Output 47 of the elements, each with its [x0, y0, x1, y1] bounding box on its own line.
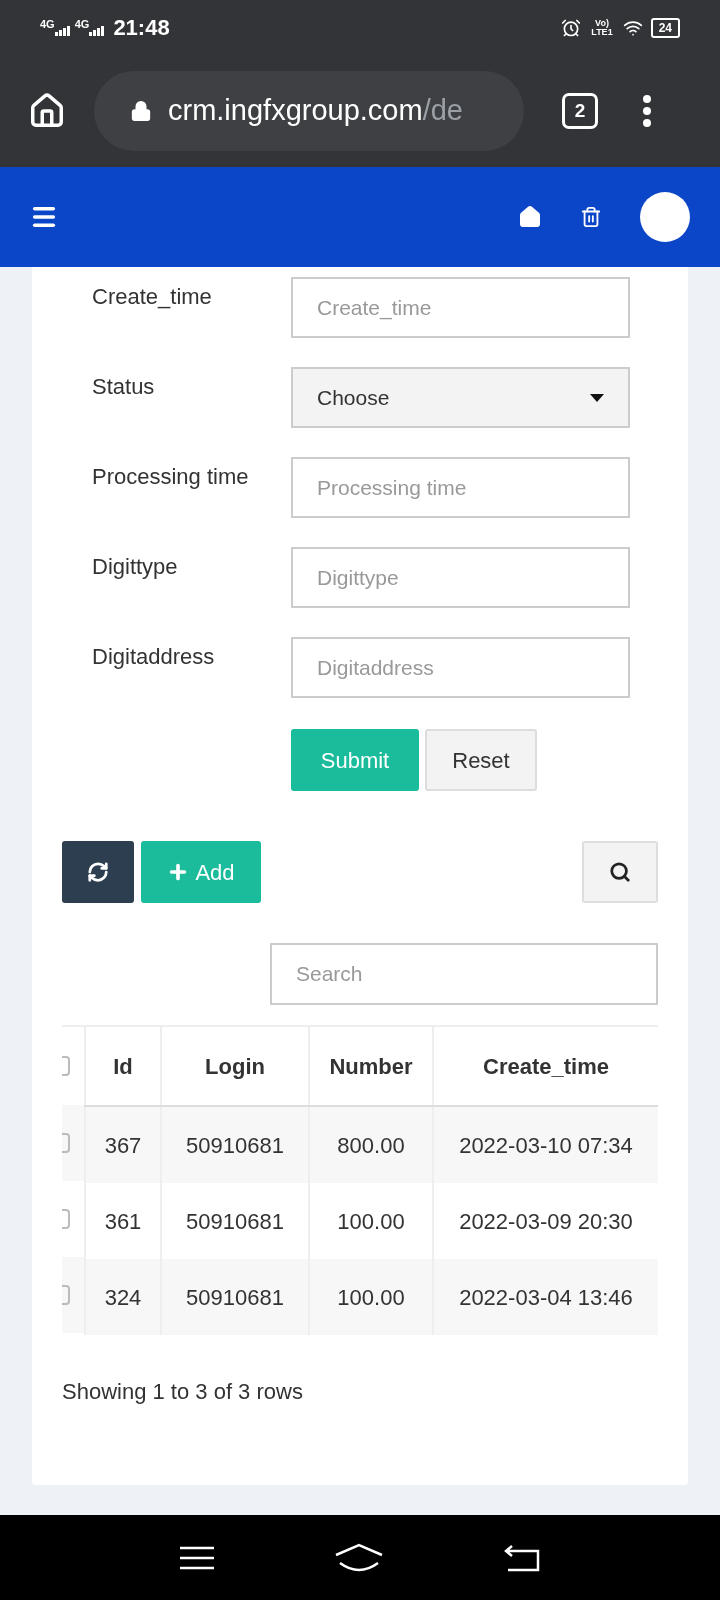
network-type: 4G	[74, 19, 90, 30]
battery-indicator: 24	[650, 17, 680, 38]
volte-label: LTE1	[591, 27, 613, 37]
home-icon[interactable]	[28, 92, 66, 130]
table-cell: 2022-03-04 13:46	[432, 1259, 658, 1335]
field-label: Create_time	[91, 283, 213, 311]
avatar[interactable]	[640, 192, 690, 242]
trash-icon[interactable]	[580, 206, 602, 228]
refresh-icon	[87, 861, 109, 883]
lock-icon	[130, 100, 152, 122]
network-type: 4G	[40, 19, 55, 30]
caret-icon	[590, 393, 604, 402]
field-label: Status	[91, 373, 156, 401]
signal-icon	[54, 26, 71, 36]
pagination-info: Showing 1 to 3 of 3 rows	[62, 1378, 304, 1406]
field-label: Processing time	[91, 463, 250, 491]
home-icon[interactable]	[518, 205, 542, 229]
url-text: crm.ingfxgroup.com/de	[168, 93, 463, 129]
input-field[interactable]: Digittype	[291, 547, 630, 608]
column-header: Create_time	[432, 1027, 658, 1105]
column-header: Id	[84, 1027, 160, 1105]
alarm-icon	[561, 17, 582, 38]
more-icon[interactable]	[642, 95, 652, 127]
back-icon[interactable]	[504, 1543, 540, 1572]
input-field[interactable]: Processing time	[291, 457, 630, 518]
reset-button[interactable]: Reset	[425, 729, 537, 791]
field-label: Digittype	[91, 553, 179, 581]
input-field[interactable]: Digitaddress	[291, 637, 630, 698]
volte-label: Vo)	[595, 18, 609, 28]
field-label: Digitaddress	[91, 643, 216, 671]
input-field[interactable]: Create_time	[291, 277, 630, 338]
home-icon[interactable]	[334, 1542, 384, 1573]
table-cell: 50910681	[160, 1259, 308, 1335]
status-select[interactable]: Choose	[291, 367, 630, 428]
tab-count-button[interactable]: 2	[562, 93, 598, 129]
refresh-button[interactable]	[62, 841, 134, 903]
search-button[interactable]	[582, 841, 658, 903]
address-bar[interactable]: crm.ingfxgroup.com/de	[94, 71, 524, 151]
search-field[interactable]: Search	[270, 943, 658, 1005]
table-cell: 100.00	[308, 1259, 432, 1335]
column-header: Number	[308, 1027, 432, 1105]
clock-time: 21:48	[113, 14, 170, 42]
table-cell: 324	[84, 1259, 160, 1335]
menu-icon[interactable]	[180, 1545, 214, 1570]
search-icon	[609, 861, 631, 883]
signal-icon	[89, 26, 106, 36]
column-header: Login	[160, 1027, 308, 1105]
